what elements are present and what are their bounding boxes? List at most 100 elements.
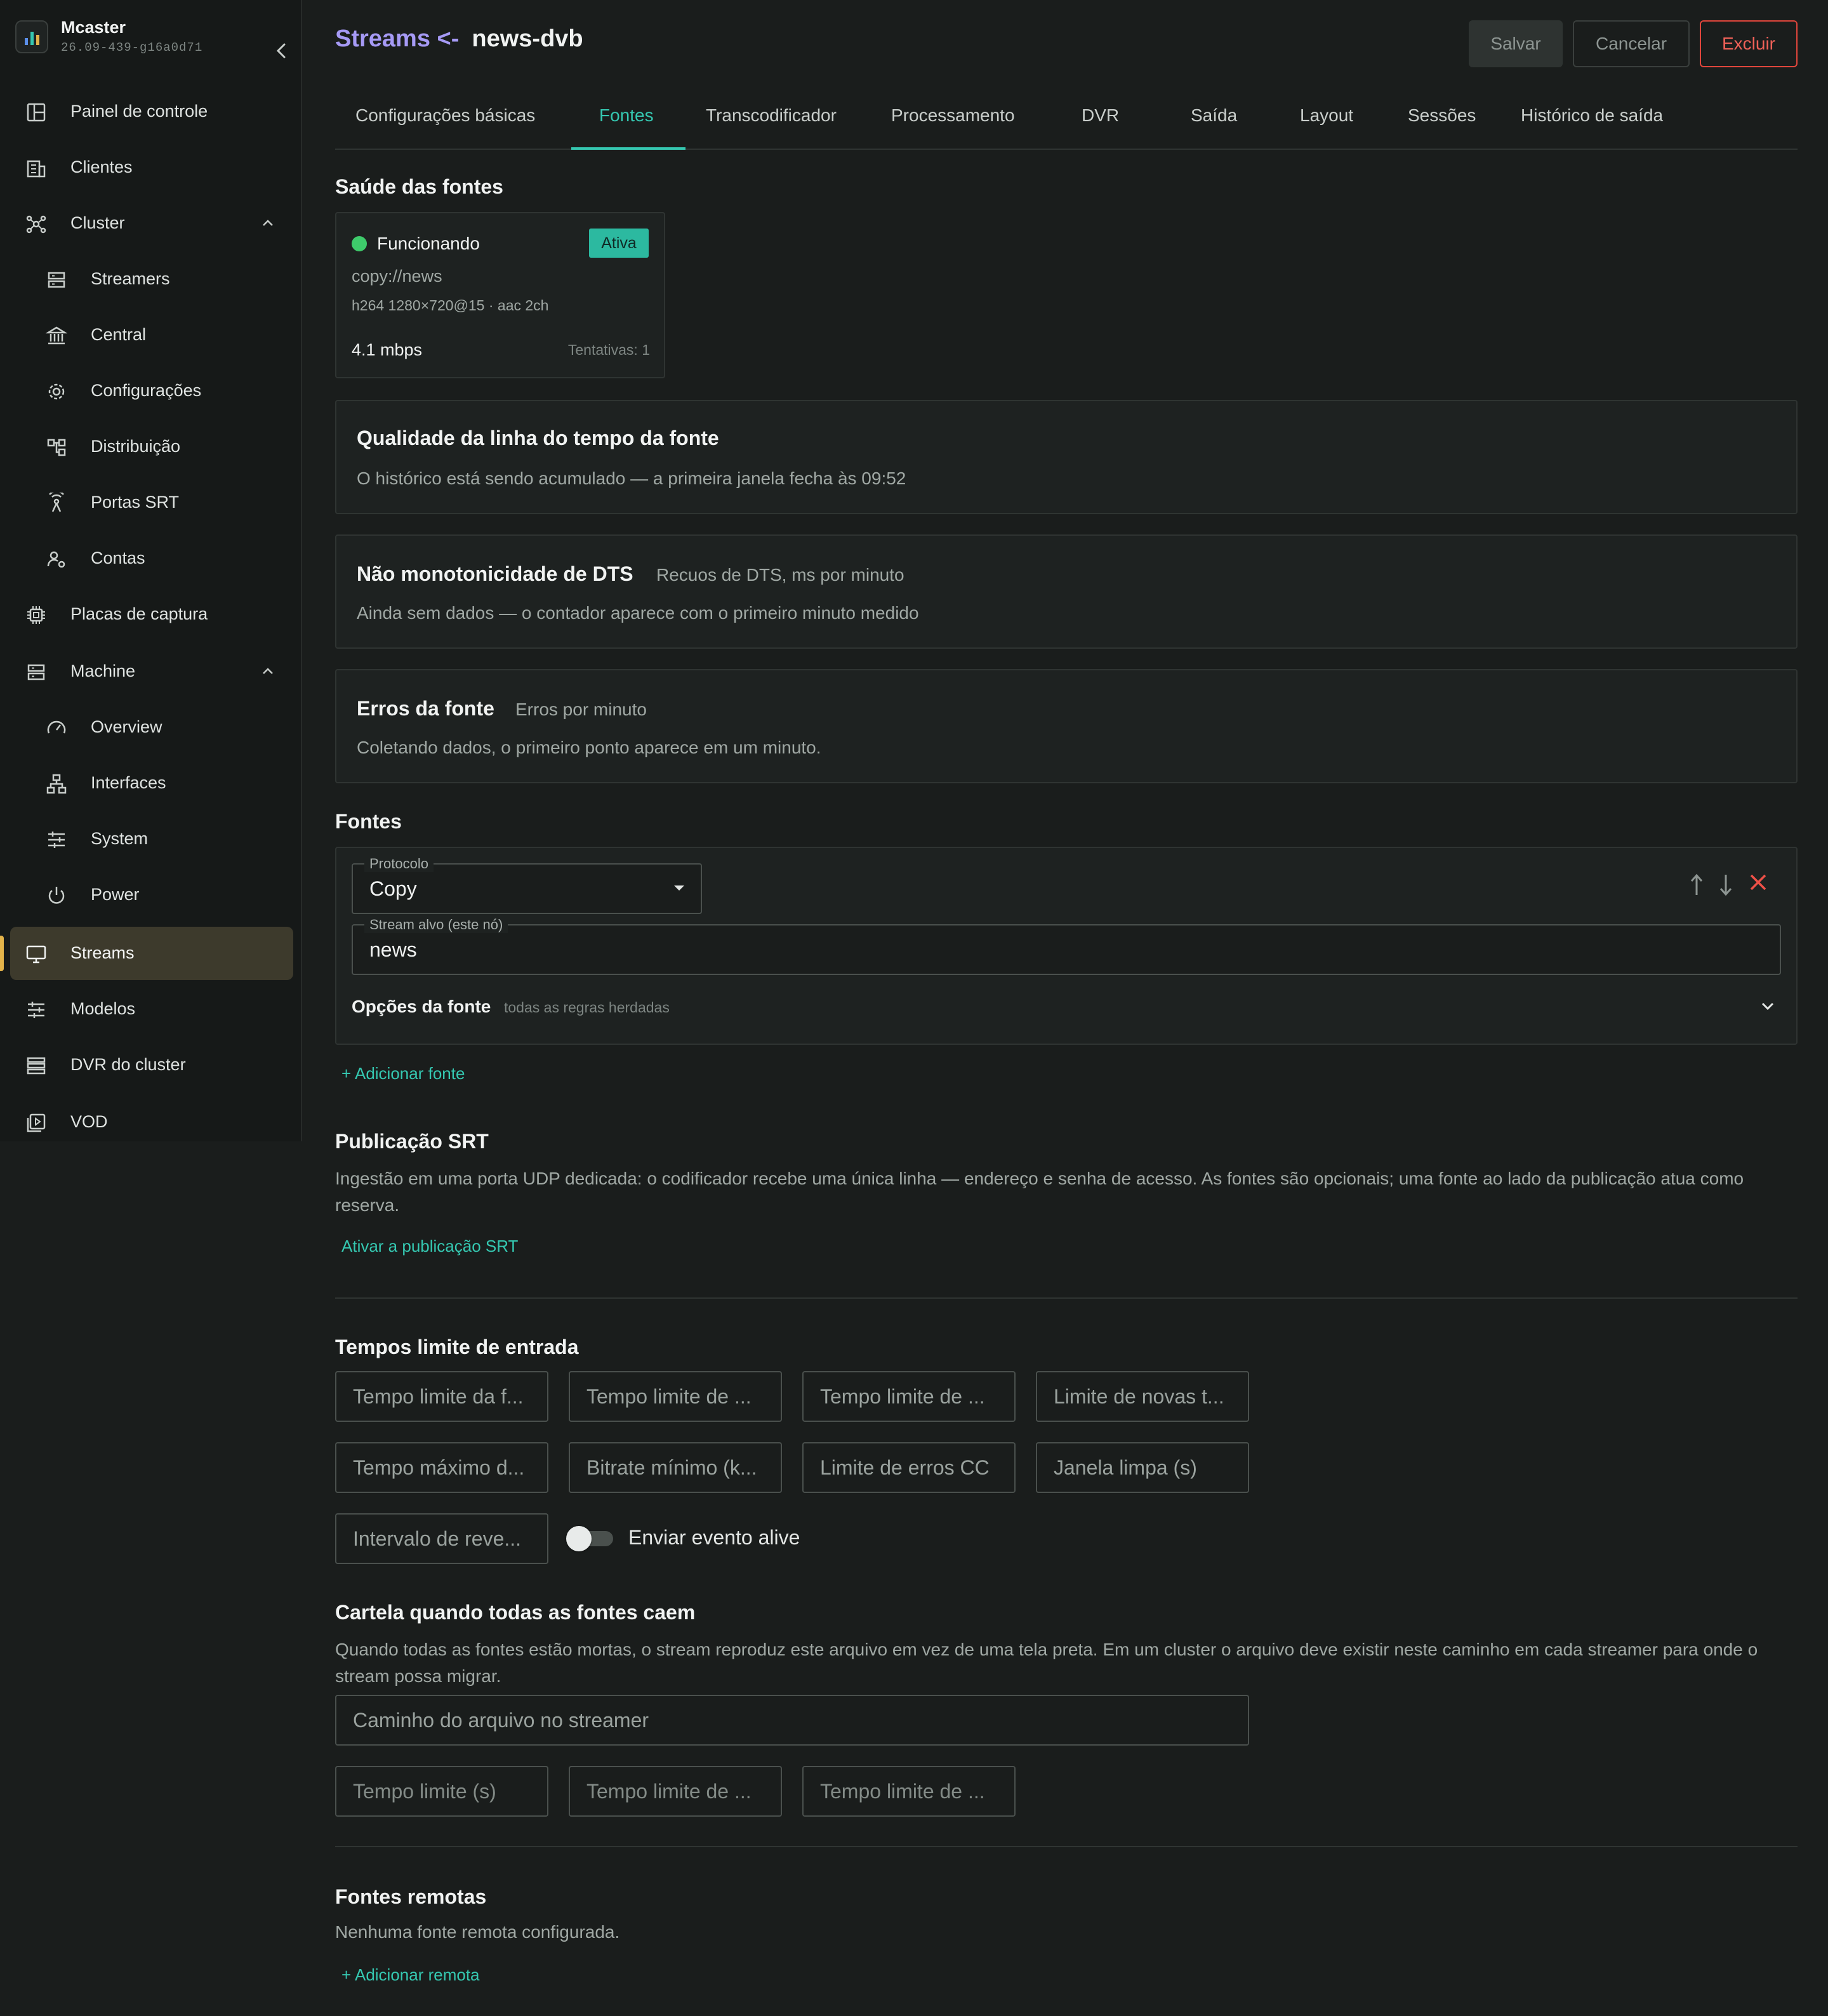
tab-basic-settings[interactable]: Configurações básicas [355,105,535,126]
tab-processing[interactable]: Processamento [891,105,1015,126]
tab-dvr[interactable]: DVR [1082,105,1119,126]
tab-output-history[interactable]: Histórico de saída [1521,105,1663,126]
enable-srt-link[interactable]: Ativar a publicação SRT [341,1237,518,1256]
source-health-heading: Saúde das fontes [335,175,503,198]
slate-timeout-field-2[interactable]: Tempo limite de ... [569,1766,782,1817]
sidebar-item-central[interactable]: Central [10,308,293,362]
protocol-select[interactable]: Protocolo Copy [352,856,702,914]
field-placeholder: Limite de novas t... [1054,1385,1224,1408]
sidebar-item-power[interactable]: Power [10,868,293,922]
field-placeholder: Tempo limite da f... [353,1385,524,1408]
clean-window-field[interactable]: Janela limpa (s) [1036,1442,1249,1493]
toggle-knob [566,1526,592,1551]
field-placeholder: Tempo limite de ... [586,1780,752,1803]
sidebar-item-label: System [91,829,149,848]
active-tab-indicator [571,147,686,150]
server-icon [27,664,45,680]
field-placeholder: Tempo máximo d... [353,1456,525,1479]
min-bitrate-field[interactable]: Bitrate mínimo (k... [569,1442,782,1493]
target-stream-field[interactable]: Stream alvo (este nó) news [352,917,1781,975]
field-value: news [369,938,417,961]
back-to-streams-link[interactable]: Streams <- [335,25,459,52]
source-errors-panel: Erros da fonte Erros por minuto Coletand… [335,669,1798,783]
field-placeholder: Tempo limite de ... [586,1385,752,1408]
remove-source-icon[interactable] [1748,872,1768,892]
source-timeout-field[interactable]: Tempo limite da f... [335,1371,548,1422]
slate-path-field[interactable]: Caminho do arquivo no streamer [335,1695,1249,1746]
timeout-field-2[interactable]: Tempo limite de ... [569,1371,782,1422]
sidebar-item-accounts[interactable]: Contas [10,532,293,585]
cc-error-limit-field[interactable]: Limite de erros CC [802,1442,1016,1493]
sidebar-item-templates[interactable]: Modelos [10,983,293,1036]
chevron-up-icon [263,220,273,226]
app-logo-icon [15,20,48,53]
sidebar-item-distribution[interactable]: Distribuição [10,420,293,474]
tab-sources[interactable]: Fontes [599,105,654,126]
sidebar-item-vod[interactable]: VOD [10,1096,293,1149]
sidebar-item-interfaces[interactable]: Interfaces [10,757,293,810]
slate-timeout-field-3[interactable]: Tempo limite de ... [802,1766,1016,1817]
slate-timeout-field[interactable]: Tempo limite (s) [335,1766,548,1817]
app-version: 26.09-439-g16a0d71 [61,41,203,55]
sidebar-item-label: Contas [91,548,145,567]
add-remote-link[interactable]: + Adicionar remota [341,1965,480,1985]
sidebar-item-clients[interactable]: Clientes [10,141,293,194]
sidebar-item-cluster-dvr[interactable]: DVR do cluster [10,1038,293,1092]
chevron-left-icon [276,43,286,58]
sidebar-item-capture-cards[interactable]: Placas de captura [10,588,293,641]
source-options-toggle[interactable]: Opções da fonte [352,997,491,1017]
source-options-hint: todas as regras herdadas [504,999,670,1016]
sidebar-item-label: Interfaces [91,773,166,792]
sidebar-item-system[interactable]: System [10,812,293,866]
tab-bar: Configurações básicas Fontes Transcodifi… [335,95,1798,150]
recheck-interval-field[interactable]: Intervalo de reve... [335,1513,548,1564]
cluster-icon [26,215,46,234]
sidebar-item-label: Power [91,885,140,904]
srt-publication-heading: Publicação SRT [335,1130,489,1153]
sidebar-item-settings[interactable]: Configurações [10,364,293,418]
gauge-icon [47,720,66,734]
sidebar-item-label: VOD [70,1112,108,1131]
sidebar-item-cluster[interactable]: Cluster [10,197,293,250]
collapse-sidebar-button[interactable] [267,36,297,66]
cancel-button[interactable]: Cancelar [1573,20,1690,67]
field-label: Stream alvo (este nó) [364,917,508,933]
max-time-field[interactable]: Tempo máximo d... [335,1442,548,1493]
sliders-icon [28,1002,44,1018]
panel-text: Ainda sem dados — o contador aparece com… [357,603,919,623]
storage-icon [27,1057,46,1075]
sidebar-item-srt-ports[interactable]: Portas SRT [10,476,293,529]
bank-icon [46,326,67,345]
sidebar-item-machine[interactable]: Machine [10,645,293,698]
sidebar-item-streamers[interactable]: Streamers [10,253,293,306]
source-editor-card: Protocolo Copy Stream alvo (este nó) new… [335,847,1798,1045]
caret-down-icon [674,885,684,891]
save-button[interactable]: Salvar [1469,20,1563,67]
remote-sources-empty: Nenhuma fonte remota configurada. [335,1922,620,1942]
delete-button[interactable]: Excluir [1700,20,1798,67]
field-placeholder: Tempo limite de ... [820,1385,985,1408]
remote-sources-heading: Fontes remotas [335,1885,487,1908]
move-down-icon[interactable] [1718,872,1734,898]
sidebar: Mcaster 26.09-439-g16a0d71 Painel de con… [0,0,302,1141]
source-health-card[interactable]: Funcionando Ativa copy://news h264 1280×… [335,212,665,378]
stream-name: news-dvb [472,25,583,52]
tab-output[interactable]: Saída [1191,105,1237,126]
divider [335,1297,1798,1299]
tab-sessions[interactable]: Sessões [1408,105,1476,126]
field-placeholder: Limite de erros CC [820,1456,990,1479]
sidebar-item-streams[interactable]: Streams [0,927,293,980]
timeout-field-3[interactable]: Tempo limite de ... [802,1371,1016,1422]
source-url: copy://news [352,267,442,286]
sliders-icon [48,832,65,848]
tab-layout[interactable]: Layout [1300,105,1353,126]
sidebar-item-overview[interactable]: Overview [10,701,293,754]
alive-event-toggle[interactable] [566,1525,614,1551]
add-source-link[interactable]: + Adicionar fonte [341,1064,465,1084]
sidebar-item-dashboard[interactable]: Painel de controle [10,85,293,138]
retry-limit-field[interactable]: Limite de novas t... [1036,1371,1249,1422]
move-up-icon[interactable] [1688,872,1705,898]
panel-subtitle: Recuos de DTS, ms por minuto [656,565,904,585]
chevron-down-icon[interactable] [1758,997,1777,1016]
tab-transcoder[interactable]: Transcodificador [706,105,837,126]
